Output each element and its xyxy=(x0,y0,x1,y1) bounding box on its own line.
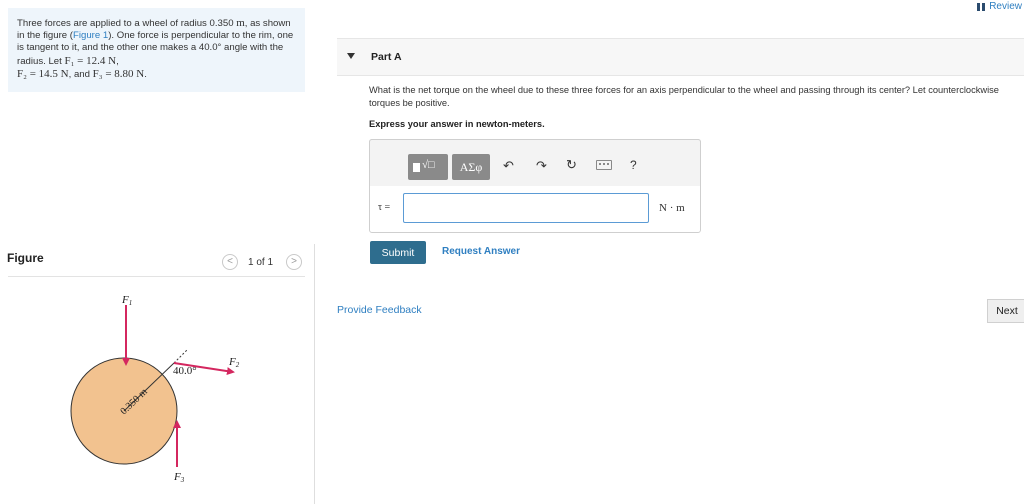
f1-label: F1 xyxy=(121,294,132,307)
f1-equation: F₁ = 12.4 N xyxy=(64,54,117,67)
templates-glyph: √□ xyxy=(422,159,435,171)
review-label: Review xyxy=(989,1,1022,12)
f2-label: F2 xyxy=(228,356,240,369)
f2-equation: F₂ = 14.5 N xyxy=(17,67,69,80)
separator: . xyxy=(144,68,147,80)
redo-icon[interactable]: ↷ xyxy=(536,158,547,174)
f3-equation: F₃ = 8.80 N xyxy=(92,67,145,80)
figure-divider xyxy=(8,276,305,277)
request-answer-link[interactable]: Request Answer xyxy=(442,246,520,257)
figure-counter: 1 of 1 xyxy=(248,257,274,268)
answer-label: τ = xyxy=(378,202,391,213)
wheel-forces-figure: F1 F2 F3 40.0° 0.350 m xyxy=(70,294,240,484)
figure-link[interactable]: Figure 1 xyxy=(73,30,108,41)
answer-instruction: Express your answer in newton-meters. xyxy=(369,119,545,129)
angle-label: 40.0° xyxy=(173,365,197,377)
review-link[interactable]: Review xyxy=(977,1,1022,12)
unit-label: N · m xyxy=(659,202,685,214)
torque-answer-input[interactable] xyxy=(403,193,649,223)
radius-unit: m xyxy=(236,17,245,29)
templates-icon[interactable]: √□ xyxy=(408,154,448,180)
separator: , xyxy=(116,55,119,67)
problem-statement: Three forces are applied to a wheel of r… xyxy=(8,8,305,92)
prev-glyph: < xyxy=(227,256,233,267)
problem-text: Three forces are applied to a wheel of r… xyxy=(17,18,237,29)
collapse-caret-icon[interactable] xyxy=(347,53,355,59)
next-glyph: > xyxy=(291,256,297,267)
question-text: What is the net torque on the wheel due … xyxy=(369,85,999,108)
separator: , and xyxy=(68,68,93,80)
submit-button[interactable]: Submit xyxy=(370,241,426,264)
provide-feedback-link[interactable]: Provide Feedback xyxy=(337,304,422,316)
figure-heading: Figure xyxy=(7,251,44,265)
help-button[interactable]: ? xyxy=(630,158,637,172)
chevron-right-icon[interactable]: > xyxy=(286,254,302,270)
chevron-left-icon[interactable]: < xyxy=(222,254,238,270)
review-bars-icon xyxy=(977,2,986,11)
f3-label: F3 xyxy=(173,471,185,484)
greek-symbols-button[interactable]: ΑΣφ xyxy=(452,154,490,180)
part-a-header[interactable] xyxy=(337,38,1024,76)
part-a-title[interactable]: Part A xyxy=(371,51,402,63)
next-button[interactable]: Next xyxy=(987,299,1024,323)
keyboard-icon[interactable] xyxy=(596,160,612,170)
undo-icon[interactable]: ↶ xyxy=(503,158,514,174)
column-divider xyxy=(314,244,315,504)
radius-extension xyxy=(173,348,189,364)
reset-icon[interactable]: ↻ xyxy=(566,157,577,173)
